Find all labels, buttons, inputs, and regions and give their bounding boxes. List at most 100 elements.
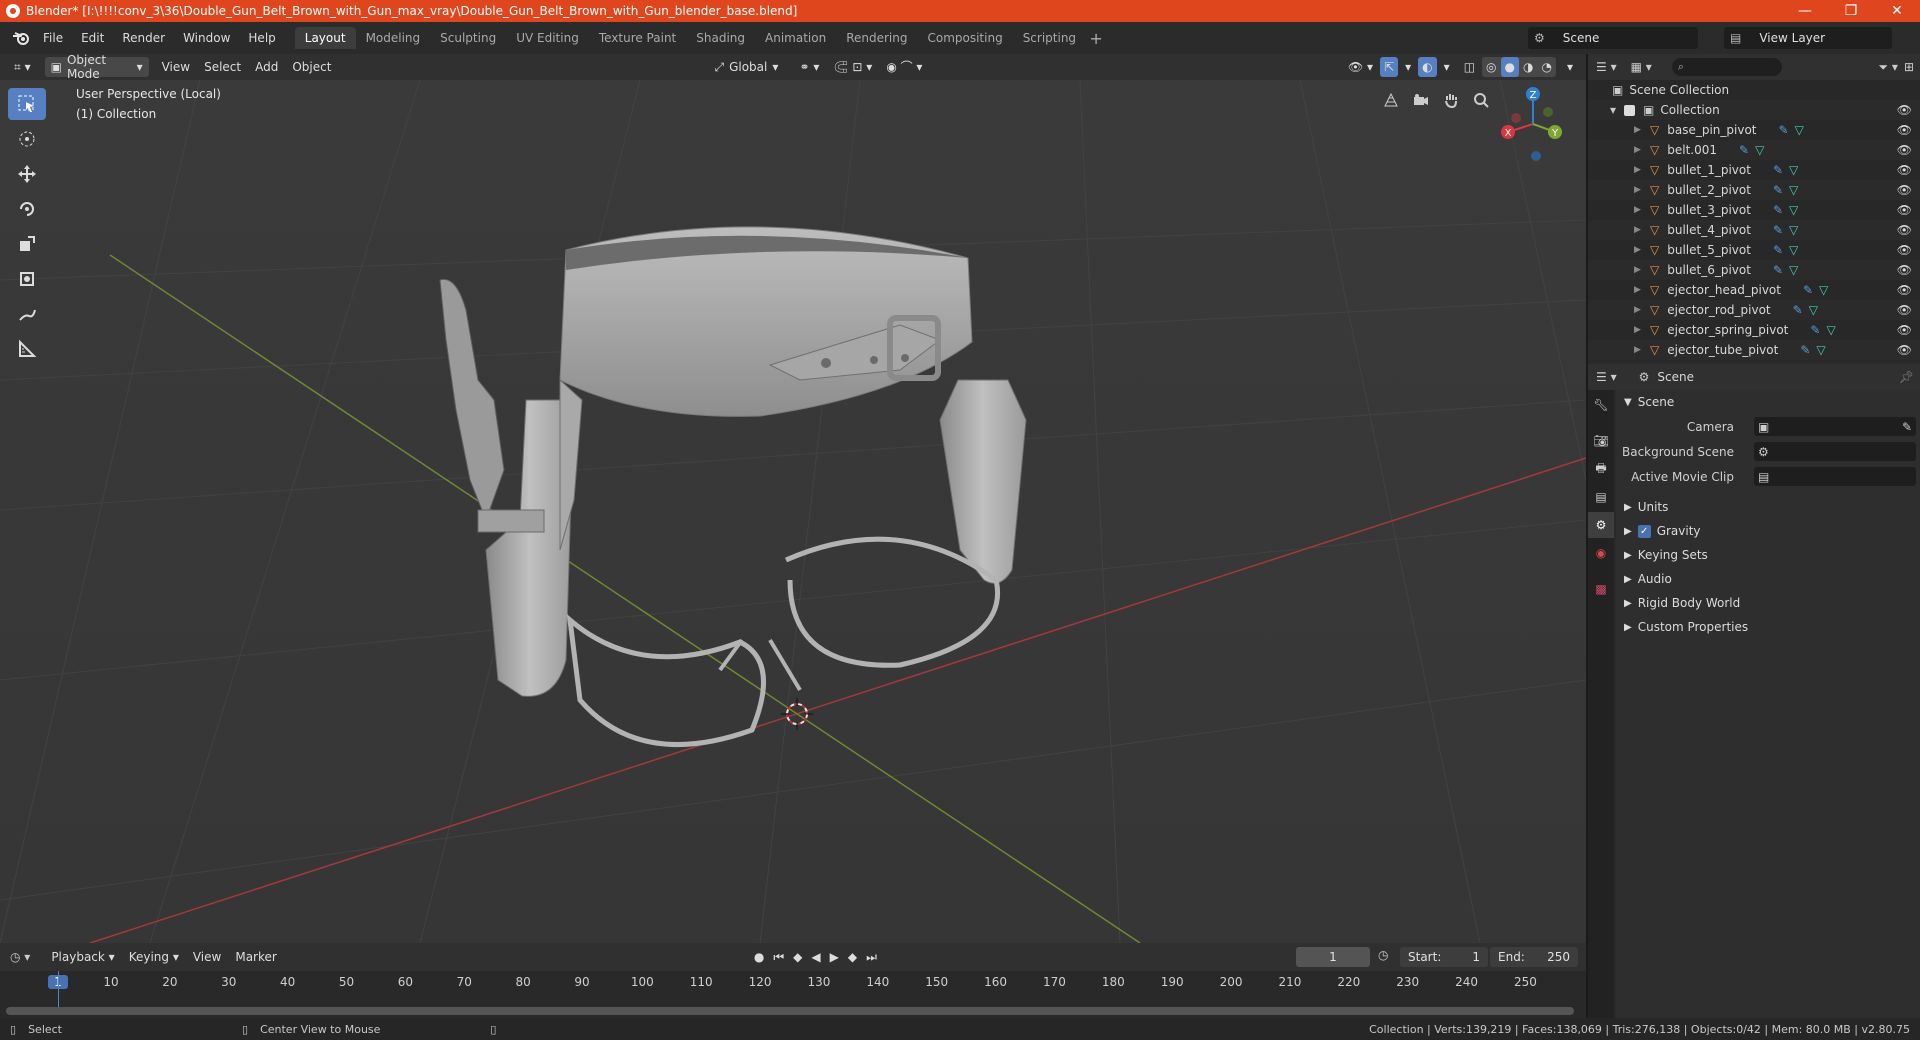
eye-icon[interactable]: 👁︎ xyxy=(1897,123,1912,137)
end-frame-field[interactable]: End: 250 xyxy=(1490,947,1578,967)
editor-type-button[interactable]: ⌗ ▾ xyxy=(8,57,37,77)
eye-icon[interactable]: 👁︎ xyxy=(1897,323,1912,337)
render-tab-icon[interactable]: 📷︎ xyxy=(1588,428,1614,454)
menu-select[interactable]: Select xyxy=(197,57,248,77)
background-scene-field[interactable]: ⚙ xyxy=(1754,442,1916,461)
filter-icon[interactable]: ⏷ ▾ xyxy=(1878,60,1897,75)
units-panel-header[interactable]: ▶ Units xyxy=(1616,495,1920,519)
menu-render[interactable]: Render xyxy=(113,22,174,54)
scale-tool[interactable] xyxy=(8,228,46,260)
tab-shading[interactable]: Shading xyxy=(686,27,755,49)
cursor-tool[interactable] xyxy=(8,123,46,155)
current-frame-field[interactable]: 1 xyxy=(1296,947,1370,967)
outliner-editor-icon[interactable]: ☰ ▾ xyxy=(1596,60,1617,74)
prev-keyframe-icon[interactable]: ◆ xyxy=(793,950,802,964)
outliner-item[interactable]: ▶ ▽ bullet_1_pivot ✎ ▽ 👁︎ xyxy=(1588,160,1920,180)
pivot-point-icon[interactable]: ⚭ ▾ xyxy=(792,57,826,77)
tab-uv-editing[interactable]: UV Editing xyxy=(506,27,589,49)
expand-arrow-icon[interactable]: ▶ xyxy=(1634,205,1646,215)
view-layer-selector[interactable]: ▤ View Layer xyxy=(1724,27,1892,49)
menu-add[interactable]: Add xyxy=(248,57,285,77)
expand-arrow-icon[interactable]: ▶ xyxy=(1634,245,1646,255)
outliner-item[interactable]: ▶ ▽ belt.001 ✎ ▽ 👁︎ xyxy=(1588,140,1920,160)
scene-collection-row[interactable]: ▣ Scene Collection xyxy=(1588,80,1920,100)
next-keyframe-icon[interactable]: ◆ xyxy=(848,950,857,964)
camera-view-icon[interactable] xyxy=(1407,86,1435,114)
maximize-button[interactable]: ❐ xyxy=(1828,3,1874,19)
timeline-scrollbar[interactable] xyxy=(6,1007,1574,1015)
tool-tab-icon[interactable]: 🔧︎ xyxy=(1588,392,1614,418)
display-mode-icon[interactable]: ▦ ▾ xyxy=(1631,60,1652,74)
menu-marker[interactable]: Marker xyxy=(228,947,283,967)
zoom-icon[interactable] xyxy=(1467,86,1495,114)
tab-modeling[interactable]: Modeling xyxy=(356,27,431,49)
expand-arrow-icon[interactable]: ▶ xyxy=(1634,305,1646,315)
expand-arrow-icon[interactable]: ▶ xyxy=(1634,345,1646,355)
play-reverse-icon[interactable]: ◀ xyxy=(811,950,820,964)
expand-arrow-icon[interactable]: ▶ xyxy=(1634,225,1646,235)
scene-selector[interactable]: ⚙ Scene xyxy=(1528,27,1698,49)
eye-icon[interactable]: 👁︎ xyxy=(1897,223,1912,237)
shading-options-icon[interactable]: ▾ xyxy=(1560,57,1580,77)
rotate-tool[interactable] xyxy=(8,193,46,225)
blender-menu-icon[interactable] xyxy=(8,28,34,48)
3d-viewport[interactable]: Z X Y User Perspective (Local) (1) Colle… xyxy=(0,80,1586,943)
outliner-item[interactable]: ▶ ▽ ejector_rod_pivot ✎ ▽ 👁︎ xyxy=(1588,300,1920,320)
output-tab-icon[interactable]: 🖶︎ xyxy=(1588,456,1614,482)
eye-icon[interactable]: 👁︎ xyxy=(1897,103,1912,117)
keying-sets-panel-header[interactable]: ▶ Keying Sets xyxy=(1616,543,1920,567)
tab-scripting[interactable]: Scripting xyxy=(1013,27,1086,49)
collapse-arrow-icon[interactable]: ▾ xyxy=(1610,103,1622,117)
tab-sculpting[interactable]: Sculpting xyxy=(430,27,506,49)
outliner-search-input[interactable]: ⌕ xyxy=(1671,58,1782,76)
menu-keying[interactable]: Keying ▾ xyxy=(122,947,186,967)
expand-arrow-icon[interactable]: ▶ xyxy=(1634,125,1646,135)
tab-texture-paint[interactable]: Texture Paint xyxy=(589,27,686,49)
add-workspace-button[interactable]: + xyxy=(1086,29,1106,48)
select-box-tool[interactable] xyxy=(8,88,46,120)
new-collection-icon[interactable]: ⊞ xyxy=(1904,60,1914,74)
gizmo-options-icon[interactable]: ▾ xyxy=(1398,57,1418,77)
start-frame-field[interactable]: Start: 1 xyxy=(1400,947,1488,967)
gravity-checkbox[interactable]: ✓ xyxy=(1637,524,1651,538)
eye-icon[interactable]: 👁︎ xyxy=(1897,203,1912,217)
transform-orientation-selector[interactable]: ⤢ Global ▾ xyxy=(708,57,784,77)
expand-arrow-icon[interactable]: ▶ xyxy=(1634,185,1646,195)
wireframe-shading-icon[interactable]: ◎ xyxy=(1482,57,1500,77)
expand-arrow-icon[interactable]: ▶ xyxy=(1634,145,1646,155)
snap-icon[interactable]: 🧲︎ ⊡ ▾ xyxy=(826,57,879,77)
outliner-item[interactable]: ▶ ▽ bullet_2_pivot ✎ ▽ 👁︎ xyxy=(1588,180,1920,200)
measure-tool[interactable] xyxy=(8,333,46,365)
outliner-item[interactable]: ▶ ▽ base_pin_pivot ✎ ▽ 👁︎ xyxy=(1588,120,1920,140)
tab-layout[interactable]: Layout xyxy=(294,27,356,49)
gizmo-toggle-icon[interactable]: ⇱ xyxy=(1380,57,1399,77)
menu-edit[interactable]: Edit xyxy=(72,22,113,54)
close-button[interactable]: ✕ xyxy=(1874,3,1920,19)
overlays-toggle-icon[interactable]: ◐ xyxy=(1418,57,1437,77)
timeline-area[interactable]: 1102030405060708090100110120130140150160… xyxy=(0,971,1586,1018)
transform-tool[interactable] xyxy=(8,263,46,295)
gravity-panel-header[interactable]: ▶ ✓ Gravity xyxy=(1616,519,1920,543)
play-icon[interactable]: ▶ xyxy=(830,950,839,964)
expand-arrow-icon[interactable]: ▶ xyxy=(1634,285,1646,295)
menu-help[interactable]: Help xyxy=(239,22,284,54)
collection-row[interactable]: ▾ ▣ Collection 👁︎ xyxy=(1588,100,1920,120)
tab-compositing[interactable]: Compositing xyxy=(917,27,1012,49)
outliner-item[interactable]: ▶ ▽ ejector_tube_pivot ✎ ▽ 👁︎ xyxy=(1588,340,1920,360)
menu-timeline-view[interactable]: View xyxy=(186,947,228,967)
rigid-body-world-panel-header[interactable]: ▶ Rigid Body World xyxy=(1616,591,1920,615)
eye-icon[interactable]: 👁︎ xyxy=(1897,183,1912,197)
record-icon[interactable]: ● xyxy=(754,950,764,964)
material-shading-icon[interactable]: ◑ xyxy=(1519,57,1537,77)
scene-panel-header[interactable]: ▼ Scene xyxy=(1616,390,1920,414)
tab-rendering[interactable]: Rendering xyxy=(836,27,917,49)
eye-icon[interactable]: 👁︎ xyxy=(1897,263,1912,277)
view-layer-tab-icon[interactable]: ▤ xyxy=(1588,484,1614,510)
menu-file[interactable]: File xyxy=(34,22,72,54)
outliner-item[interactable]: ▶ ▽ ejector_spring_pivot ✎ ▽ 👁︎ xyxy=(1588,320,1920,340)
eye-icon[interactable]: 👁︎ xyxy=(1897,283,1912,297)
eyedropper-icon[interactable]: ✎ xyxy=(1902,420,1912,434)
checkbox-icon[interactable] xyxy=(1624,104,1635,116)
menu-playback[interactable]: Playback ▾ xyxy=(44,947,121,967)
timeline-editor-icon[interactable]: ◷ ▾ xyxy=(10,950,30,964)
